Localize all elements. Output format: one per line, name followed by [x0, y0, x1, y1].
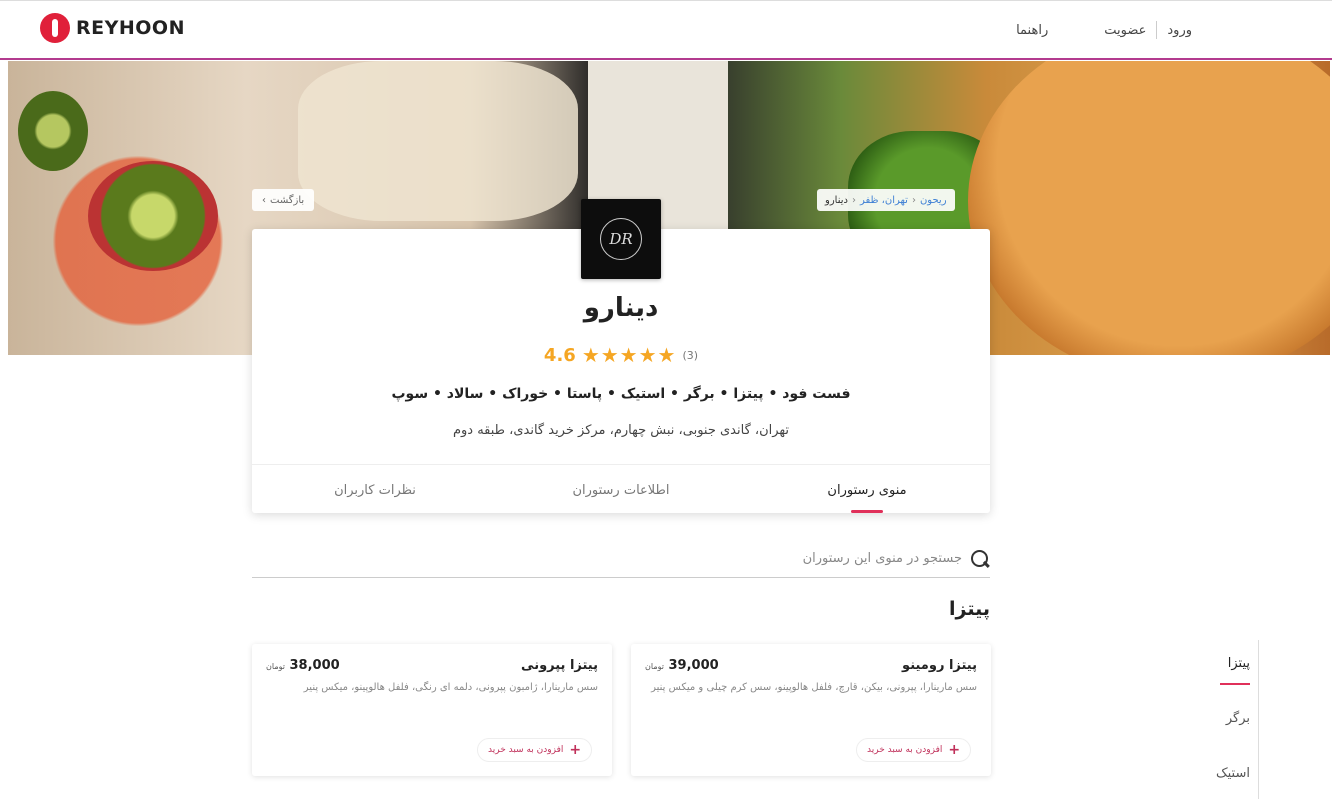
menu-search-input[interactable]	[562, 551, 962, 566]
top-nav-links: ورود عضویت راهنما	[1006, 21, 1202, 39]
login-link[interactable]: ورود	[1157, 23, 1202, 38]
food-price: 39,000 تومان	[645, 658, 719, 673]
price-currency: تومان	[266, 662, 285, 671]
breadcrumb-city[interactable]: تهران، ظفر	[860, 195, 908, 206]
add-to-cart-button[interactable]: + افزودن به سبد خرید	[477, 738, 593, 762]
breadcrumb: ریحون ‹ تهران، ظفر ‹ دینارو	[817, 189, 955, 211]
guide-link[interactable]: راهنما	[1006, 23, 1058, 38]
breadcrumb-current: دینارو	[825, 194, 848, 206]
restaurant-address: تهران، گاندی جنوبی، نبش چهارم، مرکز خرید…	[452, 423, 790, 438]
food-card: پیتزا رومینو 39,000 تومان سس مارینارا، پ…	[631, 644, 991, 776]
category-sidebar: پیتزا برگر استیک	[1180, 640, 1260, 799]
section-title: پیتزا	[949, 598, 990, 620]
category-item-burger[interactable]: برگر	[1180, 695, 1260, 750]
add-to-cart-label: افزودن به سبد خرید	[488, 745, 564, 755]
food-name: پیتزا رومینو	[902, 658, 977, 673]
back-button[interactable]: بازگشت ›	[252, 189, 315, 211]
food-card: پیتزا پپرونی 38,000 تومان سس مارینارا، ژ…	[252, 644, 612, 776]
category-item-pizza[interactable]: پیتزا	[1180, 640, 1260, 695]
restaurant-tabs: منوی رستوران اطلاعات رستوران نظرات کاربر…	[252, 464, 990, 513]
chevron-right-icon: ›	[262, 194, 266, 206]
price-value: 38,000	[289, 658, 340, 673]
menu-search	[252, 540, 990, 578]
add-to-cart-button[interactable]: + افزودن به سبد خرید	[856, 738, 972, 762]
add-to-cart-label: افزودن به سبد خرید	[867, 745, 943, 755]
restaurant-logo: DR	[581, 199, 661, 279]
top-navbar: REYHOON ورود عضویت راهنما	[0, 0, 1332, 60]
signup-link[interactable]: عضویت	[1094, 23, 1156, 38]
star-rating-icon: ★★★★★	[581, 343, 677, 367]
price-currency: تومان	[645, 662, 664, 671]
food-price: 38,000 تومان	[266, 658, 340, 673]
restaurant-name: دینارو	[583, 293, 659, 323]
plus-icon: +	[569, 742, 582, 758]
breadcrumb-separator-icon: ‹	[911, 194, 916, 206]
price-value: 39,000	[668, 658, 719, 673]
brand-logo[interactable]: REYHOON	[40, 13, 185, 43]
cuisine-list: فست فود • پیتزا • برگر • استیک • پاستا •…	[391, 386, 851, 402]
food-description: سس مارینارا، ژامبون پپرونی، دلمه ای رنگی…	[303, 682, 598, 693]
category-item-steak[interactable]: استیک	[1180, 750, 1260, 799]
tab-reviews[interactable]: نظرات کاربران	[252, 465, 498, 513]
brand-name: REYHOON	[76, 17, 185, 39]
rating-count[interactable]: (3)	[682, 349, 698, 362]
plus-icon: +	[948, 742, 961, 758]
food-name: پیتزا پپرونی	[521, 658, 598, 673]
nav-divider	[1156, 21, 1158, 39]
rating-row: 4.6 ★★★★★ (3)	[252, 343, 990, 367]
tab-info[interactable]: اطلاعات رستوران	[498, 465, 744, 513]
breadcrumb-home[interactable]: ریحون	[920, 195, 947, 206]
food-description: سس مارینارا، پپرونی، بیکن، قارچ، فلفل ها…	[651, 682, 977, 693]
search-icon[interactable]	[968, 548, 990, 570]
back-label: بازگشت	[270, 194, 305, 206]
rating-value: 4.6	[543, 344, 576, 366]
breadcrumb-separator-icon: ‹	[851, 194, 856, 206]
fork-logo-icon	[40, 13, 70, 43]
tab-menu[interactable]: منوی رستوران	[744, 465, 990, 513]
